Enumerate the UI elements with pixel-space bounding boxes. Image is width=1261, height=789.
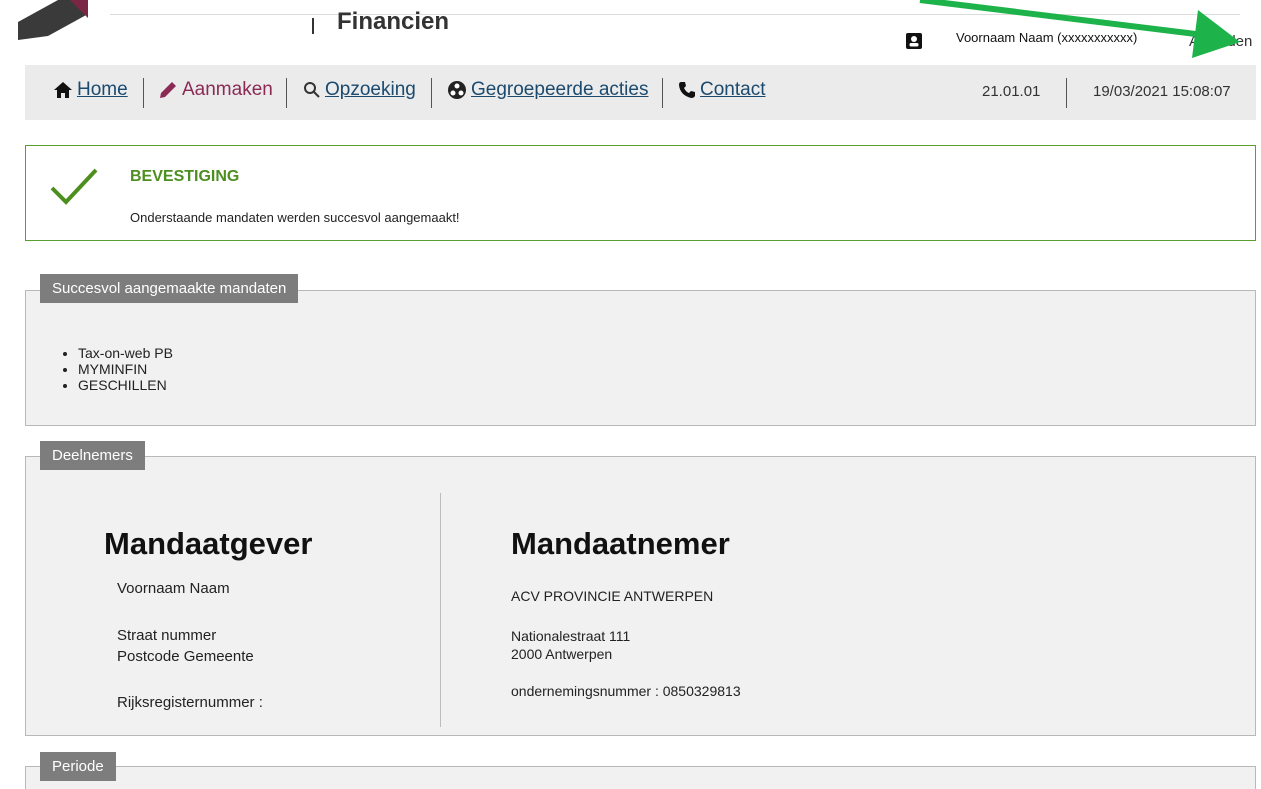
confirmation-title: BEVESTIGING — [130, 168, 240, 185]
phone-icon — [679, 82, 695, 98]
nav-separator — [1066, 78, 1067, 108]
brand-separator — [312, 18, 314, 34]
nav-separator — [662, 78, 663, 108]
search-icon — [304, 82, 320, 98]
current-datetime: 19/03/2021 15:08:07 — [1093, 83, 1231, 100]
nav-grouped-label: Gegroepeerde acties — [471, 79, 649, 100]
list-item: MYMINFIN — [78, 361, 173, 377]
participants-title: Deelnemers — [40, 441, 145, 470]
receiver-heading: Mandaatnemer — [511, 526, 730, 561]
list-item: GESCHILLEN — [78, 377, 173, 393]
confirmation-message: Onderstaande mandaten werden succesvol a… — [130, 210, 460, 225]
list-item: Tax-on-web PB — [78, 345, 173, 361]
receiver-city: 2000 Antwerpen — [511, 646, 613, 662]
created-mandates-panel — [25, 290, 1256, 426]
logo — [18, 0, 88, 40]
column-divider — [440, 493, 441, 727]
receiver-company-number: ondernemingsnummer : 0850329813 — [511, 683, 741, 699]
nav-contact-label: Contact — [700, 79, 766, 100]
annotation-arrow-icon — [919, 0, 1240, 58]
nav-search[interactable]: Opzoeking — [303, 79, 416, 101]
nav-home[interactable]: Home — [53, 79, 128, 101]
home-icon — [54, 82, 72, 98]
receiver-name: ACV PROVINCIE ANTWERPEN — [511, 588, 714, 604]
nav-contact[interactable]: Contact — [678, 79, 765, 101]
created-mandates-list: Tax-on-web PB MYMINFIN GESCHILLEN — [60, 345, 173, 393]
app-version: 21.01.01 — [982, 83, 1041, 100]
giver-heading: Mandaatgever — [104, 526, 313, 561]
checkmark-icon — [50, 168, 98, 205]
pencil-icon — [160, 82, 176, 98]
brand-title: Financien — [337, 8, 450, 35]
receiver-street: Nationalestraat 111 — [511, 628, 631, 644]
nav-create-label: Aanmaken — [182, 79, 273, 100]
period-panel — [25, 766, 1256, 789]
giver-rrn-label: Rijksregisternummer : — [117, 694, 263, 711]
nav-grouped-actions[interactable]: Gegroepeerde acties — [447, 79, 648, 101]
period-title: Periode — [40, 752, 116, 781]
nav-create[interactable]: Aanmaken — [158, 79, 273, 101]
nav-separator — [143, 78, 144, 108]
nav-separator — [431, 78, 432, 108]
nav-home-label: Home — [77, 79, 128, 100]
giver-street: Straat nummer — [117, 627, 217, 644]
created-mandates-title: Succesvol aangemaakte mandaten — [40, 274, 299, 303]
confirmation-box: BEVESTIGING Onderstaande mandaten werden… — [25, 145, 1256, 241]
grouped-actions-icon — [448, 81, 466, 99]
giver-city: Postcode Gemeente — [117, 648, 254, 665]
giver-name: Voornaam Naam — [117, 580, 230, 597]
nav-search-label: Opzoeking — [325, 79, 416, 100]
nav-separator — [286, 78, 287, 108]
main-nav: Home Aanmaken Opzoeking Gegroepeerde act… — [25, 65, 1256, 120]
